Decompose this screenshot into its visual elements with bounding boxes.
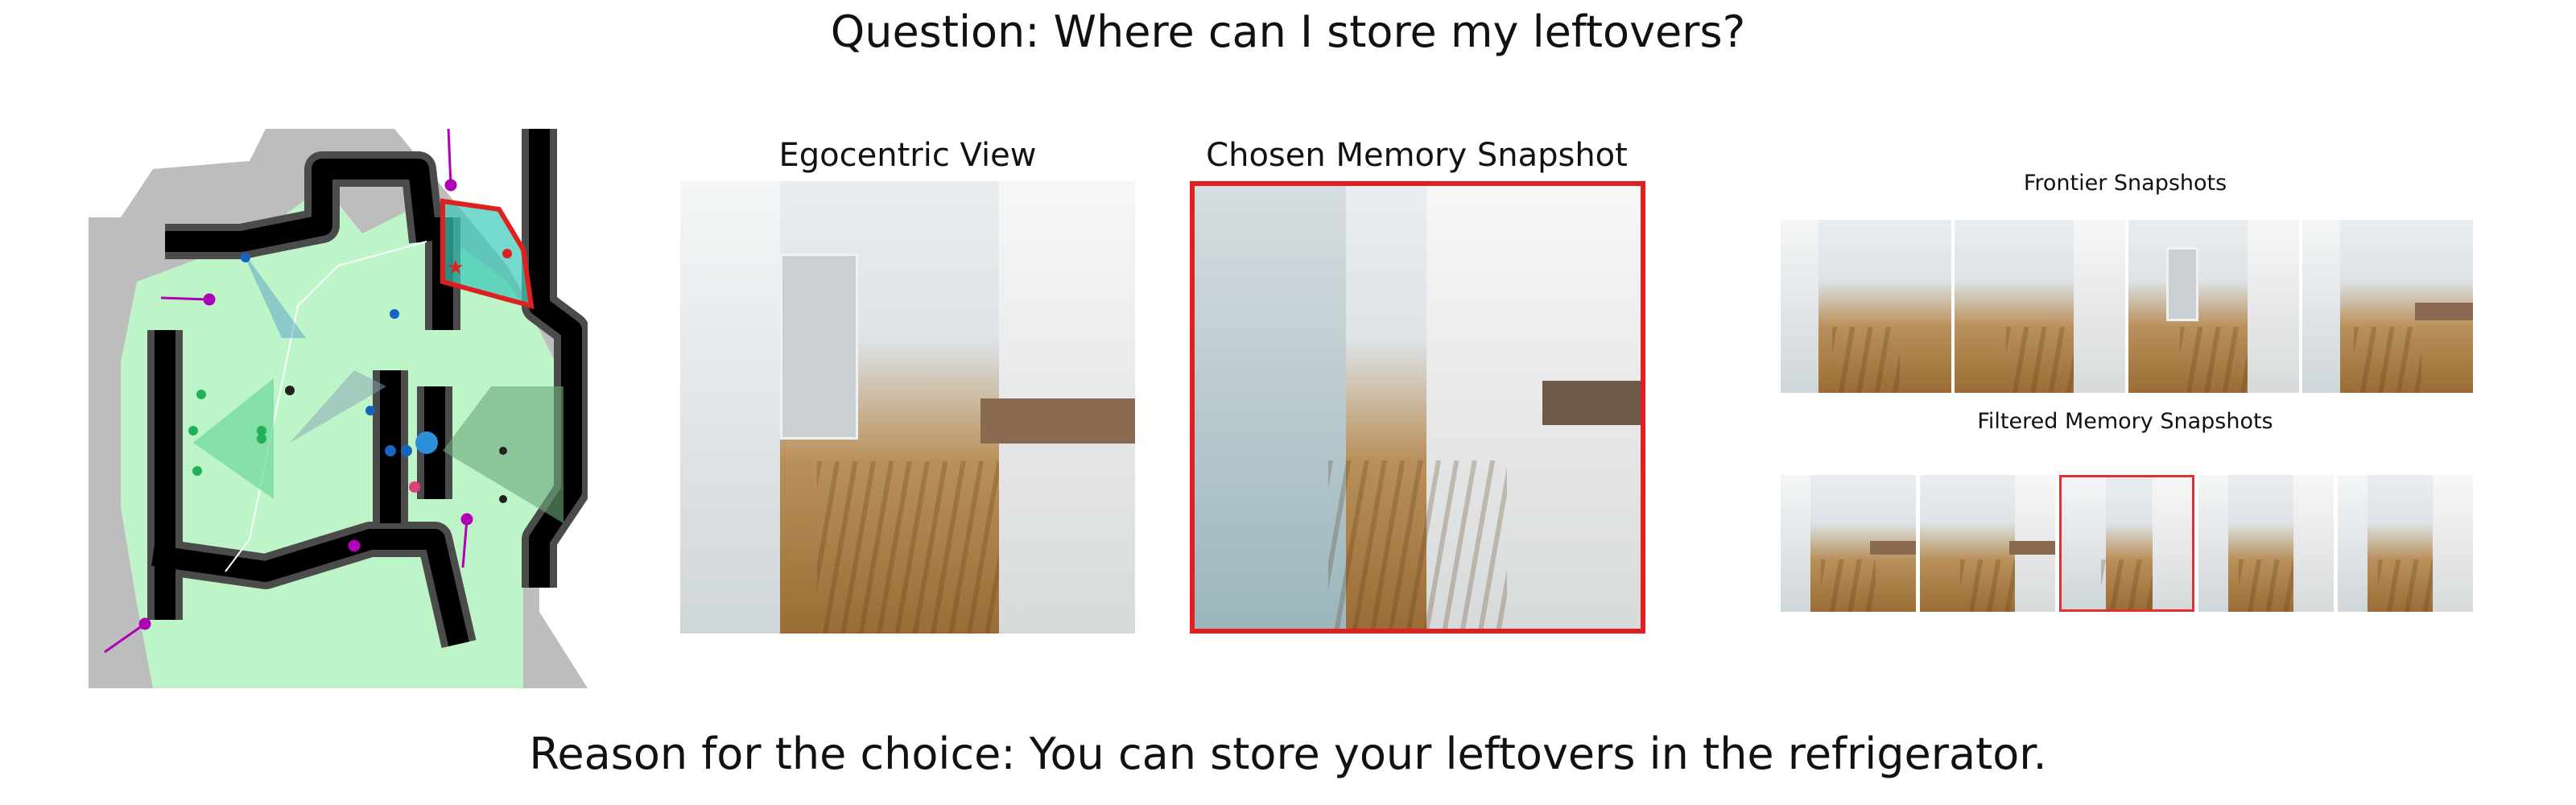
egocentric-view-image <box>680 181 1135 634</box>
chosen-snapshot-title: Chosen Memory Snapshot <box>1206 137 1628 174</box>
filtered-snapshots-row <box>1781 475 2473 612</box>
frontier-snapshot-image <box>2302 220 2473 393</box>
question-title: Question: Where can I store my leftovers… <box>830 6 1746 57</box>
frontier-snapshots-row <box>1781 220 2473 393</box>
chosen-memory-snapshot-image <box>1190 181 1645 634</box>
egocentric-view-title: Egocentric View <box>778 137 1037 174</box>
frontier-snapshot-image <box>2128 220 2299 393</box>
memory-snapshot-image <box>1920 475 2055 612</box>
memory-snapshot-image <box>1781 475 1916 612</box>
filtered-snapshots-title: Filtered Memory Snapshots <box>1977 409 2273 434</box>
frontier-snapshots-title: Frontier Snapshots <box>2023 171 2227 196</box>
memory-snapshot-image-selected <box>2059 475 2194 612</box>
memory-snapshot-image <box>2338 475 2473 612</box>
frontier-snapshot-image <box>1955 220 2125 393</box>
topdown-map: ★ <box>89 121 589 688</box>
memory-snapshot-image <box>2198 475 2334 612</box>
svg-text:★: ★ <box>447 256 464 279</box>
frontier-snapshot-image <box>1781 220 1951 393</box>
reason-text: Reason for the choice: You can store you… <box>529 729 2047 779</box>
